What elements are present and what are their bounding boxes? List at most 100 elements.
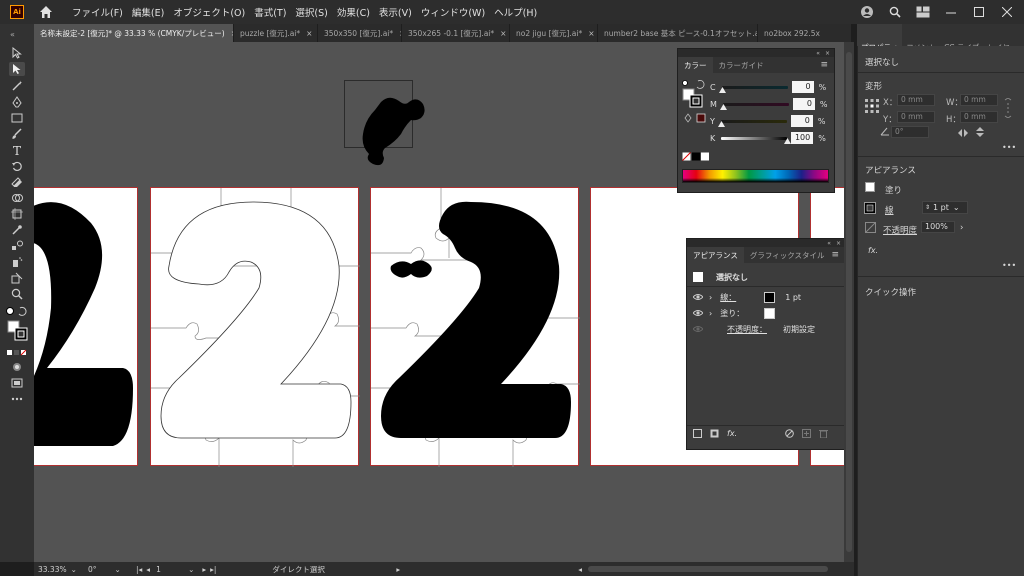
tab-document[interactable]: no2 jigu [復元].ai* × (510, 24, 598, 42)
tab-document-active[interactable]: 名称未設定-2 [復元]* @ 33.33 % (CMYK/プレビュー)× (34, 24, 234, 42)
duplicate-item-icon[interactable] (802, 429, 812, 438)
more-options-icon[interactable]: ••• (1002, 143, 1016, 152)
fill-swatch[interactable] (764, 307, 776, 319)
first-artboard-icon[interactable]: |◂ (136, 565, 142, 574)
add-effect-button[interactable]: fx. (727, 429, 737, 438)
magic-wand-icon[interactable] (9, 79, 25, 93)
tab-graphic-styles[interactable]: グラフィックスタイル (744, 247, 831, 263)
zoom-tool-icon[interactable] (9, 287, 25, 301)
panel-menu-icon[interactable]: ≡ (831, 250, 839, 260)
close-icon[interactable] (1000, 5, 1014, 19)
magenta-value[interactable]: 0 (792, 98, 815, 110)
search-icon[interactable] (888, 5, 902, 19)
paintbrush-tool-icon[interactable] (9, 127, 25, 141)
tab-close-icon[interactable]: × (306, 29, 312, 38)
type-tool-icon[interactable]: T (9, 143, 25, 157)
eye-icon[interactable] (693, 325, 703, 333)
chevron-right-icon[interactable]: ▸ (396, 565, 400, 574)
fill-label[interactable]: 塗り： (720, 308, 764, 319)
menu-help[interactable]: ヘルプ(H) (494, 5, 537, 19)
selection-tool-icon[interactable] (9, 46, 25, 60)
delete-item-icon[interactable] (819, 429, 829, 438)
edit-toolbar-more-icon[interactable] (9, 392, 25, 406)
screen-mode-icon[interactable] (9, 376, 25, 390)
tab-document[interactable]: number2 base 基本 ピース-0.1オフセット.ai*× (598, 24, 758, 42)
menu-view[interactable]: 表示(V) (379, 5, 412, 19)
rotate-tool-icon[interactable] (9, 159, 25, 173)
tab-document[interactable]: puzzle [復元].ai* × (234, 24, 318, 42)
color-mode-icon[interactable] (6, 346, 28, 360)
blend-tool-icon[interactable] (9, 239, 25, 253)
expand-chevron-icon[interactable]: › (709, 309, 712, 318)
minimize-icon[interactable] (944, 5, 958, 19)
flip-vertical-icon[interactable] (976, 127, 984, 137)
stroke-swatch[interactable] (864, 202, 876, 214)
horizontal-scrollbar[interactable]: ◂ (574, 563, 838, 575)
constrain-proportions-icon[interactable] (1004, 98, 1012, 118)
chevron-down-icon[interactable]: ⌄ (71, 565, 77, 574)
direct-selection-tool-icon[interactable] (9, 62, 25, 76)
artboard-number[interactable]: 1 (156, 565, 186, 574)
stroke-row[interactable]: › 線： 1 pt (687, 289, 844, 305)
chevron-down-icon[interactable]: ⌄ (115, 565, 121, 574)
fill-swatch[interactable] (865, 182, 875, 192)
fill-row[interactable]: › 塗り： (687, 305, 844, 321)
close-icon[interactable]: × (825, 50, 830, 57)
menu-edit[interactable]: 編集(E) (132, 5, 164, 19)
add-stroke-icon[interactable] (693, 429, 702, 438)
pen-tool-icon[interactable] (9, 95, 25, 109)
slice-tool-icon[interactable] (9, 271, 25, 285)
stroke-label[interactable]: 線： (720, 292, 764, 303)
add-effect-button[interactable]: fx. (868, 246, 878, 255)
artboard[interactable] (370, 187, 580, 467)
eye-icon[interactable] (693, 309, 703, 317)
default-colors-icon[interactable] (6, 304, 28, 318)
stroke-weight-value[interactable]: 1 pt (785, 293, 801, 302)
tab-appearance[interactable]: アピアランス (687, 247, 744, 263)
next-artboard-icon[interactable]: ▸ (202, 565, 206, 574)
stroke-weight-field[interactable]: ⇕ 1 pt ⌄ (922, 201, 968, 214)
scroll-left-icon[interactable]: ◂ (578, 565, 582, 574)
black-slider[interactable] (721, 136, 792, 144)
fill-stroke-indicator-icon[interactable] (682, 79, 708, 109)
eraser-tool-icon[interactable] (9, 175, 25, 189)
last-artboard-icon[interactable]: ▸| (210, 565, 216, 574)
scroll-thumb[interactable] (846, 52, 852, 552)
shape-builder-icon[interactable] (9, 191, 25, 205)
home-icon[interactable] (38, 4, 54, 20)
menu-effect[interactable]: 効果(C) (337, 5, 370, 19)
vertical-scrollbar[interactable] (844, 42, 854, 562)
user-icon[interactable] (860, 5, 874, 19)
eyedropper-tool-icon[interactable] (9, 223, 25, 237)
workspace-icon[interactable] (916, 5, 930, 19)
puzzle-piece-selection[interactable] (339, 76, 439, 176)
artboard-tool-icon[interactable] (9, 207, 25, 221)
opacity-label[interactable]: 不透明度： (727, 324, 783, 335)
panel-menu-icon[interactable]: ≡ (820, 60, 828, 70)
artboard[interactable] (150, 187, 360, 467)
menu-select[interactable]: 選択(S) (295, 5, 327, 19)
reference-point-icon[interactable] (865, 99, 879, 113)
clear-appearance-icon[interactable] (785, 429, 794, 438)
flip-horizontal-icon[interactable] (958, 129, 968, 137)
cyan-value[interactable]: 0 (791, 81, 814, 93)
tab-close-icon[interactable]: × (588, 29, 594, 38)
menu-object[interactable]: オブジェクト(O) (173, 5, 245, 19)
color-spectrum[interactable] (682, 169, 829, 183)
rectangle-tool-icon[interactable] (9, 111, 25, 125)
eye-icon[interactable] (693, 293, 703, 301)
menu-file[interactable]: ファイル(F) (72, 5, 123, 19)
tool-status[interactable]: ダイレクト選択 (268, 563, 368, 575)
toolbar-grip[interactable]: « (0, 24, 34, 42)
zoom-field[interactable]: 33.33% ⌄ (34, 563, 84, 575)
artboard[interactable] (34, 187, 138, 466)
h-input[interactable]: 0 mm (960, 111, 998, 123)
gamut-warning-icon[interactable] (684, 113, 706, 123)
tab-document[interactable]: 350x350 [復元].ai*× (318, 24, 402, 42)
draw-mode-icon[interactable] (9, 360, 25, 374)
tab-color-guide[interactable]: カラーガイド (713, 57, 770, 73)
angle-input[interactable]: 0° (891, 126, 929, 138)
scroll-thumb[interactable] (587, 566, 828, 572)
status-arrow[interactable]: ▸ (392, 563, 404, 575)
cyan-slider[interactable] (718, 85, 788, 93)
